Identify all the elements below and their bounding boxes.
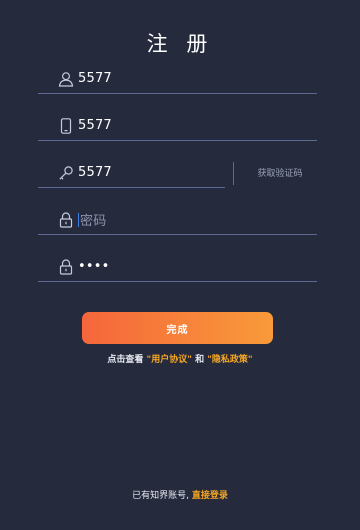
confirm-password-field[interactable]: •••• [38, 252, 317, 282]
login-prompt: 已有知界账号, 直接登录 [0, 488, 360, 501]
code-input[interactable]: 5577 [78, 165, 112, 180]
lock-icon [55, 256, 77, 278]
user-icon [55, 68, 77, 90]
text-caret [78, 212, 79, 227]
phone-field[interactable]: 5577 [38, 111, 317, 141]
phone-input[interactable]: 5577 [78, 118, 112, 133]
password-input[interactable]: 密码 [80, 210, 106, 229]
phone-icon [55, 115, 77, 137]
user-agreement-link[interactable]: "用户协议" [147, 355, 192, 365]
login-prefix: 已有知界账号, [132, 491, 189, 501]
username-field[interactable]: 5577 [38, 64, 317, 94]
password-field[interactable]: 密码 [38, 205, 317, 235]
code-field[interactable]: 5577 [38, 158, 225, 188]
terms-text: 点击查看 "用户协议" 和 "隐私政策" [0, 352, 360, 365]
page-title: 注 册 [146, 32, 214, 56]
confirm-password-input[interactable]: •••• [78, 259, 109, 274]
key-icon [55, 162, 77, 184]
login-link[interactable]: 直接登录 [192, 491, 228, 501]
username-input[interactable]: 5577 [78, 71, 112, 86]
get-code-button[interactable]: 获取验证码 [246, 166, 314, 179]
terms-and: 和 [195, 355, 205, 365]
code-divider [233, 162, 234, 185]
privacy-policy-link[interactable]: "隐私政策" [207, 355, 252, 365]
lock-icon [55, 209, 77, 231]
submit-button[interactable]: 完成 [82, 312, 273, 344]
terms-prefix: 点击查看 [107, 355, 144, 365]
